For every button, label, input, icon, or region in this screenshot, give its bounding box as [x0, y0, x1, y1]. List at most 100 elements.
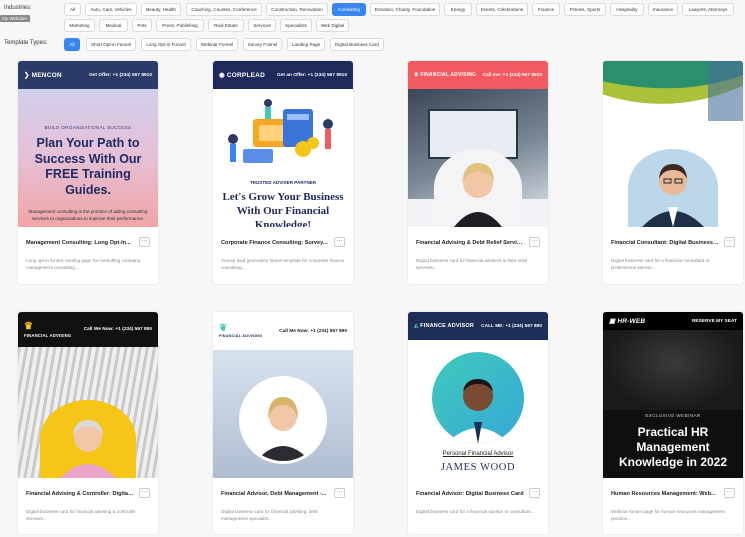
consultant-portrait — [628, 149, 718, 227]
template-thumbnail[interactable]: ♛ FINANCIAL ADVISING Call We Now: +1 (23… — [18, 312, 158, 478]
thumb-header: ♛ FINANCIAL ADVISING Call We Now: +1 (23… — [18, 312, 158, 347]
person-avatar-icon — [434, 149, 522, 227]
industry-chip-insurance[interactable]: Insurance — [648, 3, 678, 16]
thumb-tagline: TRUSTED ADVISER PARTNER — [249, 180, 317, 185]
card-title[interactable]: Financial Advising & Controller: Digital… — [26, 491, 134, 497]
card-title[interactable]: Financial Advisor, Debt Management -... — [221, 491, 329, 497]
ellipsis-icon: ··· — [141, 489, 148, 495]
type-chip-webinar[interactable]: Webinar Funnel — [196, 38, 238, 51]
thumb-logo: ❦ FINANCIAL ADVISING — [219, 323, 263, 339]
industry-chip-web-digital[interactable]: Web Digital — [316, 19, 349, 32]
card-description: Digital business card for financial advi… — [221, 509, 318, 521]
template-card-financial-advisor-card[interactable]: ◭ FINANCE ADVISOR CALL ME: +1 (234) 567 … — [408, 312, 548, 534]
card-description: Digital business card for a financial co… — [611, 258, 710, 270]
card-title[interactable]: Financial Advisor: Digital Business Card — [416, 491, 524, 497]
ellipsis-icon: ··· — [531, 489, 538, 495]
industry-chip-lawyers[interactable]: Lawyers, Attorneys — [682, 3, 734, 16]
industry-chip-beauty[interactable]: Beauty, Health — [141, 3, 181, 16]
advisor-portrait — [40, 400, 136, 478]
ellipsis-icon: ··· — [726, 489, 733, 495]
industry-chip-energy[interactable]: Energy — [444, 3, 472, 16]
industries-label: Industries: — [4, 5, 32, 11]
thumb-header: ♛ FINANCIAL ADVISING Call me: +1 (234) 5… — [408, 61, 548, 89]
more-options-button[interactable]: ··· — [529, 488, 540, 498]
chevron-logo-icon: ❯ — [24, 72, 32, 79]
industry-chip-marketing[interactable]: Marketing — [64, 19, 95, 32]
industry-chip-donation[interactable]: Donation, Charity, Foundation — [370, 3, 440, 16]
my-websites-tooltip: My Websites — [0, 15, 30, 22]
industry-chip-events[interactable]: Events, Celebrations — [476, 3, 528, 16]
thumb-logo: ❯ MENCON — [24, 72, 62, 79]
industry-chip-pets[interactable]: Pets — [132, 19, 152, 32]
template-card-financial-advising-controller[interactable]: ♛ FINANCIAL ADVISING Call We Now: +1 (23… — [18, 312, 158, 534]
thumb-headline: Practical HR Management Knowledge in 202… — [618, 425, 728, 469]
template-thumbnail[interactable]: ◭ FINANCE ADVISOR CALL ME: +1 (234) 567 … — [408, 312, 548, 478]
industry-chip-specialists[interactable]: Specialists — [280, 19, 312, 32]
thumb-header: ❦ FINANCIAL ADVISING Call Me Now: +1 (23… — [213, 312, 353, 350]
type-chip-long-optin[interactable]: Long Opt-in Funnel — [141, 38, 191, 51]
industry-chip-real-estate[interactable]: Real Estate — [208, 19, 244, 32]
template-thumbnail[interactable]: ◉ CORPLEAD Get an Offer: +1 (234) 567 89… — [213, 61, 353, 227]
industry-chip-auto[interactable]: Auto, Cars, Vehicles — [85, 3, 137, 16]
industry-chip-coaching[interactable]: Coaching, Courses, Conference — [186, 3, 262, 16]
more-options-button[interactable]: ··· — [139, 237, 150, 247]
thumb-header: ◭ FINANCE ADVISOR CALL ME: +1 (234) 567 … — [408, 312, 548, 340]
card-title[interactable]: Management Consulting: Long Opt-In... — [26, 240, 134, 246]
more-options-button[interactable]: ··· — [724, 488, 735, 498]
thumb-header: ❯ MENCON Get Offer: +1 (234) 567 8910 — [18, 61, 158, 89]
template-thumbnail[interactable]: ▣ HR-WEB RESERVE MY SEAT EXCLUSIVE WEBIN… — [603, 312, 743, 478]
template-card-financial-consultant[interactable]: Financial Consultant: Digital Business .… — [603, 61, 743, 284]
thumb-header: ▣ HR-WEB RESERVE MY SEAT — [603, 312, 743, 330]
industry-chip-services[interactable]: Services — [248, 19, 276, 32]
more-options-button[interactable]: ··· — [529, 237, 540, 247]
more-options-button[interactable]: ··· — [334, 237, 345, 247]
type-chip-business-card[interactable]: Digital Business Card — [330, 38, 384, 51]
card-title[interactable]: Corporate Finance Consulting: Survey... — [221, 240, 329, 246]
template-gallery-page: Industries: My Websites All Auto, Cars, … — [0, 0, 745, 537]
green-swoosh-graphic — [603, 61, 743, 121]
template-thumbnail[interactable]: ♛ FINANCIAL ADVISING Call me: +1 (234) 5… — [408, 61, 548, 227]
template-card-financial-advisor-debt[interactable]: ❦ FINANCIAL ADVISING Call Me Now: +1 (23… — [213, 312, 353, 534]
thumb-logo: ◭ FINANCE ADVISOR — [414, 323, 474, 329]
thumb-logo: ♛ FINANCIAL ADVISING — [24, 320, 72, 338]
advisor-portrait — [239, 376, 327, 464]
type-chip-landing[interactable]: Landing Page — [287, 38, 325, 51]
advisor-role: Personal Financial Advisor — [442, 451, 514, 457]
template-thumbnail[interactable]: ❯ MENCON Get Offer: +1 (234) 567 8910 BU… — [18, 61, 158, 227]
card-title[interactable]: Human Resources Management: Web... — [611, 491, 719, 497]
template-card-corporate-finance[interactable]: ◉ CORPLEAD Get an Offer: +1 (234) 567 89… — [213, 61, 353, 284]
industry-chip-medical[interactable]: Medical — [99, 19, 128, 32]
type-chip-short-optin[interactable]: Short Opt-in Funnel — [86, 38, 136, 51]
card-title[interactable]: Financial Consultant: Digital Business .… — [611, 240, 719, 246]
template-card-management-consulting[interactable]: ❯ MENCON Get Offer: +1 (234) 567 8910 BU… — [18, 61, 158, 284]
industry-chip-fitness[interactable]: Fitness, Sports — [564, 3, 606, 16]
type-chip-all[interactable]: All — [64, 38, 80, 51]
industry-chip-consulting[interactable]: Consulting — [332, 3, 366, 16]
type-chip-survey[interactable]: Survey Funnel — [243, 38, 282, 51]
card-title[interactable]: Financial Advising & Debt Relief Servic.… — [416, 240, 524, 246]
template-thumbnail[interactable]: ❦ FINANCIAL ADVISING Call Me Now: +1 (23… — [213, 312, 353, 478]
more-options-button[interactable]: ··· — [334, 488, 345, 498]
industry-chip-hospitality[interactable]: Hospitality — [610, 3, 644, 16]
person-avatar-icon — [242, 379, 324, 461]
industry-chip-finance[interactable]: Finance — [532, 3, 560, 16]
card-description: Digital business card for financial advi… — [26, 509, 136, 521]
thumb-phone: Call Me Now: +1 (234) 567 890 — [279, 328, 347, 334]
ellipsis-icon: ··· — [726, 238, 733, 244]
template-card-hr-management[interactable]: ▣ HR-WEB RESERVE MY SEAT EXCLUSIVE WEBIN… — [603, 312, 743, 534]
template-card-financial-advising-debt[interactable]: ♛ FINANCIAL ADVISING Call me: +1 (234) 5… — [408, 61, 548, 284]
advisor-portrait — [434, 149, 522, 227]
thumb-header: ◉ CORPLEAD Get an Offer: +1 (234) 567 89… — [213, 61, 353, 89]
industry-chip-construction[interactable]: Construction, Renovation — [266, 3, 328, 16]
ellipsis-icon: ··· — [141, 238, 148, 244]
industry-chip-press[interactable]: Press, Publishing — [156, 19, 204, 32]
thumb-phone: CALL ME: +1 (234) 567 890 — [481, 323, 542, 329]
industry-chip-all[interactable]: All — [64, 3, 81, 16]
more-options-button[interactable]: ··· — [139, 488, 150, 498]
advisor-name: JAMES WOOD — [440, 462, 516, 473]
circle-logo-icon: ◉ — [219, 72, 227, 79]
advisor-portrait — [432, 352, 524, 444]
more-options-button[interactable]: ··· — [724, 237, 735, 247]
ellipsis-icon: ··· — [531, 238, 538, 244]
template-thumbnail[interactable] — [603, 61, 743, 227]
